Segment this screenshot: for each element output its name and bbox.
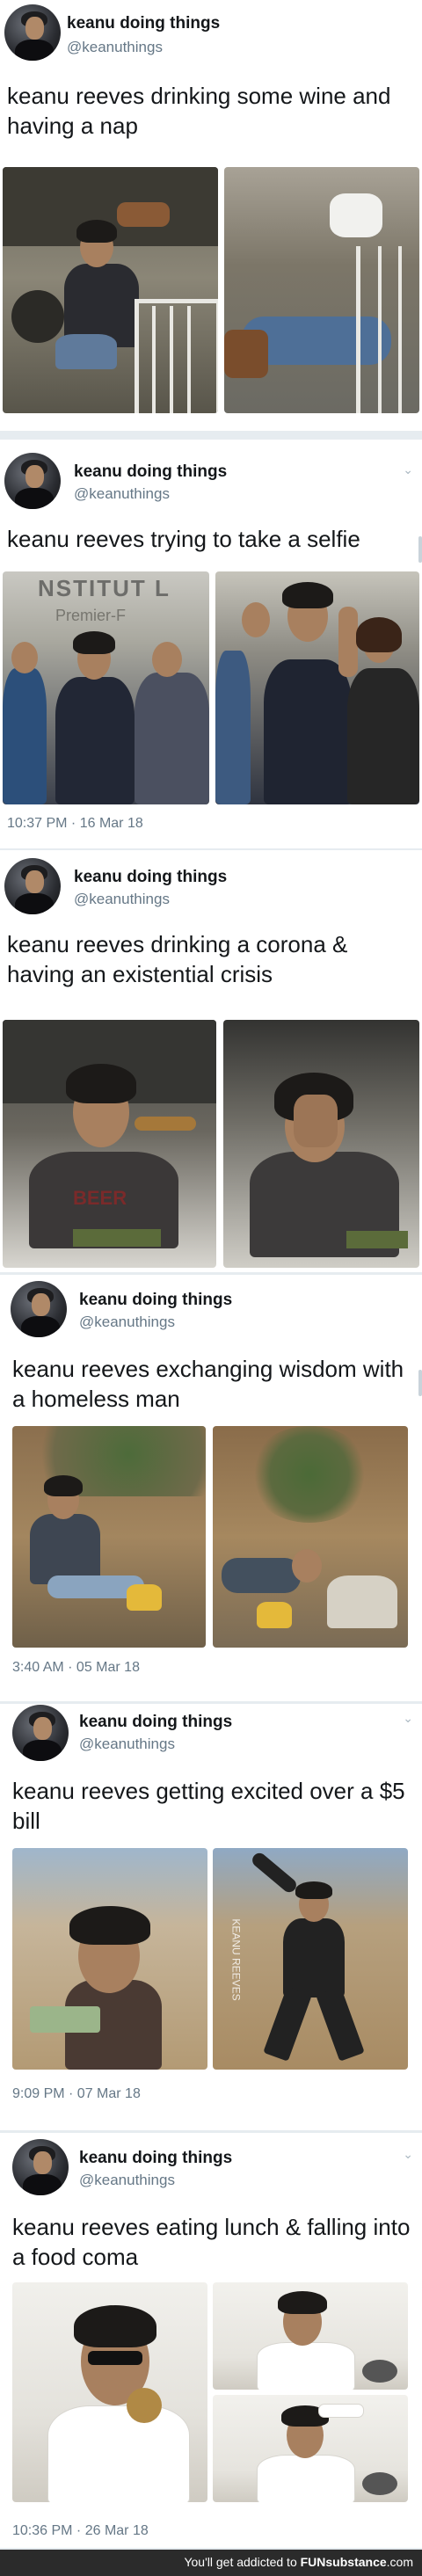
tweet-text: keanu reeves eating lunch & falling into…: [12, 2214, 411, 2270]
user-handle[interactable]: @keanuthings: [67, 39, 163, 56]
user-name[interactable]: keanu doing things: [74, 868, 227, 887]
tweet-text: keanu reeves drinking some wine and havi…: [7, 83, 391, 139]
tweet-photo[interactable]: [12, 1426, 206, 1648]
user-handle[interactable]: @keanuthings: [79, 1313, 175, 1331]
tweet-card: keanu doing things @keanuthings keanu re…: [0, 0, 422, 431]
avatar[interactable]: [4, 858, 61, 914]
avatar[interactable]: [4, 453, 61, 509]
tweet-photo[interactable]: [215, 571, 419, 804]
avatar[interactable]: [12, 2139, 69, 2195]
watermark-footer: You'll get addicted to FUNsubstance.com: [0, 2550, 422, 2576]
timestamp[interactable]: 10:37 PM · 16 Mar 18: [7, 816, 143, 832]
tweet-card: keanu doing things @keanuthings ⌄ keanu …: [0, 1704, 422, 2130]
timestamp[interactable]: 3:40 AM · 05 Mar 18: [12, 1660, 140, 1676]
shirt-text: BEER: [73, 1187, 127, 1209]
footer-brand[interactable]: FUNsubstance: [301, 2555, 387, 2569]
timestamp[interactable]: 10:36 PM · 26 Mar 18: [12, 2523, 149, 2539]
tweet-photo[interactable]: KEANU REEVES: [213, 1848, 408, 2070]
user-name[interactable]: keanu doing things: [79, 1713, 232, 1732]
user-name[interactable]: keanu doing things: [79, 1291, 232, 1310]
chevron-down-icon[interactable]: ⌄: [403, 1711, 413, 1726]
tweet-photo[interactable]: [12, 1848, 207, 2070]
user-handle[interactable]: @keanuthings: [79, 1736, 175, 1753]
tweet-text: keanu reeves getting excited over a $5 b…: [12, 1778, 405, 1834]
chevron-down-icon[interactable]: ⌄: [403, 2147, 413, 2162]
tweet-photo[interactable]: [213, 2282, 408, 2390]
tweet-photo[interactable]: NSTITUT L Premier-F: [3, 571, 209, 804]
timestamp[interactable]: 9:09 PM · 07 Mar 18: [12, 2086, 141, 2102]
tweet-card: keanu doing things @keanuthings ⌄ keanu …: [0, 2133, 422, 2548]
user-handle[interactable]: @keanuthings: [79, 2172, 175, 2189]
sign-text: NSTITUT L: [38, 575, 171, 601]
user-handle[interactable]: @keanuthings: [74, 891, 170, 908]
tweet-card: keanu doing things @keanuthings keanu re…: [0, 850, 422, 1272]
tweet-photo[interactable]: [12, 2282, 207, 2502]
scroll-indicator[interactable]: [418, 1370, 422, 1396]
user-name[interactable]: keanu doing things: [74, 462, 227, 482]
user-handle[interactable]: @keanuthings: [74, 485, 170, 503]
scroll-indicator[interactable]: [418, 536, 422, 563]
tweet-text: keanu reeves drinking a corona & having …: [7, 931, 348, 987]
tweet-text: keanu reeves trying to take a selfie: [7, 526, 360, 552]
tweet-photo[interactable]: [224, 167, 419, 413]
footer-domain: .com: [386, 2555, 413, 2569]
avatar[interactable]: [12, 1705, 69, 1761]
user-name[interactable]: keanu doing things: [79, 2149, 232, 2168]
chevron-down-icon[interactable]: ⌄: [403, 462, 413, 477]
tweet-photo[interactable]: BEER: [3, 1020, 216, 1268]
tweet-photo[interactable]: [213, 1426, 408, 1648]
footer-line: You'll get addicted to FUNsubstance.com: [184, 2555, 413, 2569]
avatar[interactable]: [4, 4, 61, 61]
tweet-card: keanu doing things @keanuthings keanu re…: [0, 1275, 422, 1701]
user-name[interactable]: keanu doing things: [67, 14, 220, 33]
avatar[interactable]: [11, 1281, 67, 1337]
tweet-photo[interactable]: [223, 1020, 419, 1268]
tweet-photo[interactable]: [213, 2395, 408, 2502]
tweet-photo[interactable]: [3, 167, 218, 413]
footer-text: You'll get addicted to: [184, 2555, 297, 2569]
tweet-text: keanu reeves exchanging wisdom with a ho…: [12, 1356, 404, 1412]
tweet-card: keanu doing things @keanuthings ⌄ keanu …: [0, 440, 422, 848]
